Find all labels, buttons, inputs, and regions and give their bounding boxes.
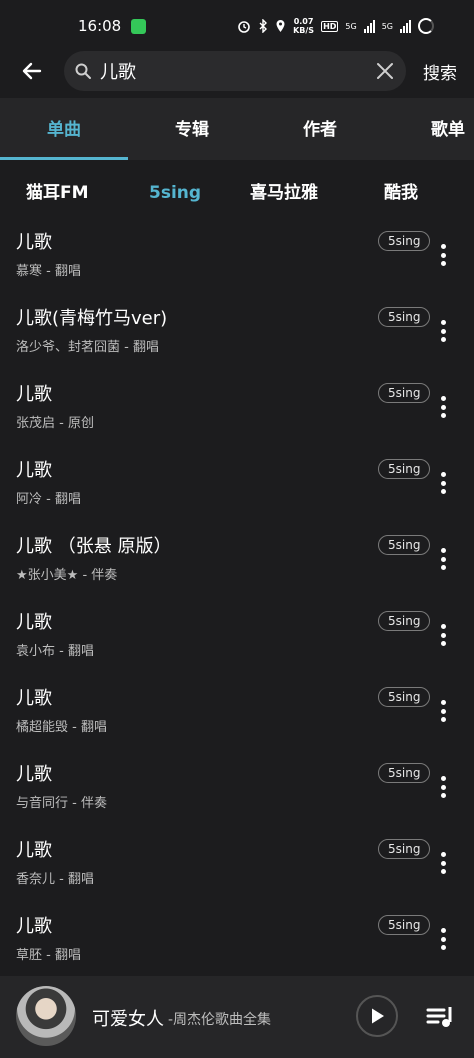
search-button[interactable]: 搜索 <box>406 59 474 84</box>
list-item[interactable]: 儿歌 张茂启 - 原创 5sing <box>0 372 474 448</box>
more-options-icon[interactable] <box>436 928 450 950</box>
search-icon <box>75 63 91 79</box>
source-tag: 5sing <box>378 383 431 403</box>
arrow-left-icon <box>22 62 42 80</box>
clear-icon[interactable] <box>376 62 394 80</box>
signal-icon-2 <box>400 19 411 33</box>
location-icon <box>276 20 285 32</box>
more-options-icon[interactable] <box>436 776 450 798</box>
list-item[interactable]: 儿歌(青梅竹马ver) 洛少爷、封茗囧菌 - 翻唱 5sing <box>0 296 474 372</box>
source-kuwo[interactable]: 酷我 <box>384 168 418 218</box>
song-artist: 与音同行 - 伴奏 <box>16 796 107 811</box>
source-tag: 5sing <box>378 687 431 707</box>
play-button[interactable] <box>356 995 398 1037</box>
status-bar: 16:08 0.07 KB/S HD 5G 5G <box>0 0 474 52</box>
song-artist: 橘超能毁 - 翻唱 <box>16 720 107 735</box>
network-type-2: 5G <box>381 21 393 31</box>
song-artist: 草胚 - 翻唱 <box>16 948 81 963</box>
source-filter: 猫耳FM 5sing 喜马拉雅 酷我 <box>0 168 474 218</box>
list-item[interactable]: 儿歌 袁小布 - 翻唱 5sing <box>0 600 474 676</box>
tab-albums[interactable]: 专辑 <box>128 98 256 160</box>
song-artist: 洛少爷、封茗囧菌 - 翻唱 <box>16 340 159 355</box>
source-5sing[interactable]: 5sing <box>149 168 201 218</box>
speed-unit: KB/S <box>293 26 315 35</box>
status-icons: 0.07 KB/S HD 5G 5G <box>237 17 434 35</box>
more-options-icon[interactable] <box>436 624 450 646</box>
source-maoer-fm[interactable]: 猫耳FM <box>26 168 89 218</box>
song-title: 儿歌 <box>16 384 52 405</box>
more-options-icon[interactable] <box>436 700 450 722</box>
category-tabs: 单曲 专辑 作者 歌单 <box>0 98 474 160</box>
song-title: 儿歌(青梅竹马ver) <box>16 308 168 329</box>
song-title: 儿歌 <box>16 840 52 861</box>
list-item[interactable]: 儿歌 草胚 - 翻唱 5sing <box>0 904 474 980</box>
now-playing-bar[interactable]: 可爱女人 -周杰伦歌曲全集 <box>0 976 474 1058</box>
search-input[interactable] <box>92 59 376 83</box>
list-item[interactable]: 儿歌 香奈儿 - 翻唱 5sing <box>0 828 474 904</box>
more-options-icon[interactable] <box>436 472 450 494</box>
search-field <box>64 51 406 91</box>
song-artist: 慕寒 - 翻唱 <box>16 264 81 279</box>
battery-icon <box>418 18 434 34</box>
album-cover[interactable] <box>16 986 76 1046</box>
playlist-queue-icon[interactable] <box>426 1002 456 1032</box>
song-artist: 袁小布 - 翻唱 <box>16 644 94 659</box>
more-options-icon[interactable] <box>436 244 450 266</box>
song-title: 儿歌 <box>16 232 52 253</box>
alarm-icon <box>238 21 250 33</box>
song-artist: ★张小美★ - 伴奏 <box>16 568 118 583</box>
source-tag: 5sing <box>378 535 431 555</box>
song-artist: 阿冷 - 翻唱 <box>16 492 81 507</box>
status-time: 16:08 <box>78 17 122 35</box>
source-ximalaya[interactable]: 喜马拉雅 <box>250 168 318 218</box>
source-tag: 5sing <box>378 459 431 479</box>
song-title: 儿歌 （张悬 原版） <box>16 536 172 557</box>
more-options-icon[interactable] <box>436 396 450 418</box>
song-title: 儿歌 <box>16 460 52 481</box>
now-playing-title: 可爱女人 <box>92 1009 164 1030</box>
list-item[interactable]: 儿歌 与音同行 - 伴奏 5sing <box>0 752 474 828</box>
list-item[interactable]: 儿歌 （张悬 原版） ★张小美★ - 伴奏 5sing <box>0 524 474 600</box>
message-notification-icon <box>131 18 147 34</box>
more-options-icon[interactable] <box>436 320 450 342</box>
source-tag: 5sing <box>378 915 431 935</box>
tab-songs[interactable]: 单曲 <box>0 98 128 160</box>
tab-playlists[interactable]: 歌单 <box>384 98 474 160</box>
hd-badge: HD <box>321 20 339 32</box>
song-title: 儿歌 <box>16 612 52 633</box>
source-tag: 5sing <box>378 763 431 783</box>
play-icon <box>372 1008 384 1024</box>
song-title: 儿歌 <box>16 688 52 709</box>
source-tag: 5sing <box>378 231 431 251</box>
network-type-1: 5G <box>345 21 357 31</box>
source-tag: 5sing <box>378 611 431 631</box>
list-item[interactable]: 儿歌 阿冷 - 翻唱 5sing <box>0 448 474 524</box>
search-bar: 搜索 <box>0 48 474 94</box>
song-title: 儿歌 <box>16 916 52 937</box>
tab-artists[interactable]: 作者 <box>256 98 384 160</box>
now-playing-subtitle: -周杰伦歌曲全集 <box>168 1012 272 1028</box>
list-item[interactable]: 儿歌 橘超能毁 - 翻唱 5sing <box>0 676 474 752</box>
song-title: 儿歌 <box>16 764 52 785</box>
speed-value: 0.07 <box>293 17 314 26</box>
results-list: 儿歌 慕寒 - 翻唱 5sing 儿歌(青梅竹马ver) 洛少爷、封茗囧菌 - … <box>0 220 474 980</box>
source-tag: 5sing <box>378 307 431 327</box>
song-artist: 香奈儿 - 翻唱 <box>16 872 94 887</box>
source-tag: 5sing <box>378 839 431 859</box>
song-artist: 张茂启 - 原创 <box>16 416 94 431</box>
list-item[interactable]: 儿歌 慕寒 - 翻唱 5sing <box>0 220 474 296</box>
more-options-icon[interactable] <box>436 852 450 874</box>
more-options-icon[interactable] <box>436 548 450 570</box>
signal-icon <box>363 19 375 33</box>
back-button[interactable] <box>0 48 64 94</box>
network-speed: 0.07 KB/S <box>293 17 314 35</box>
bluetooth-icon <box>259 19 268 33</box>
